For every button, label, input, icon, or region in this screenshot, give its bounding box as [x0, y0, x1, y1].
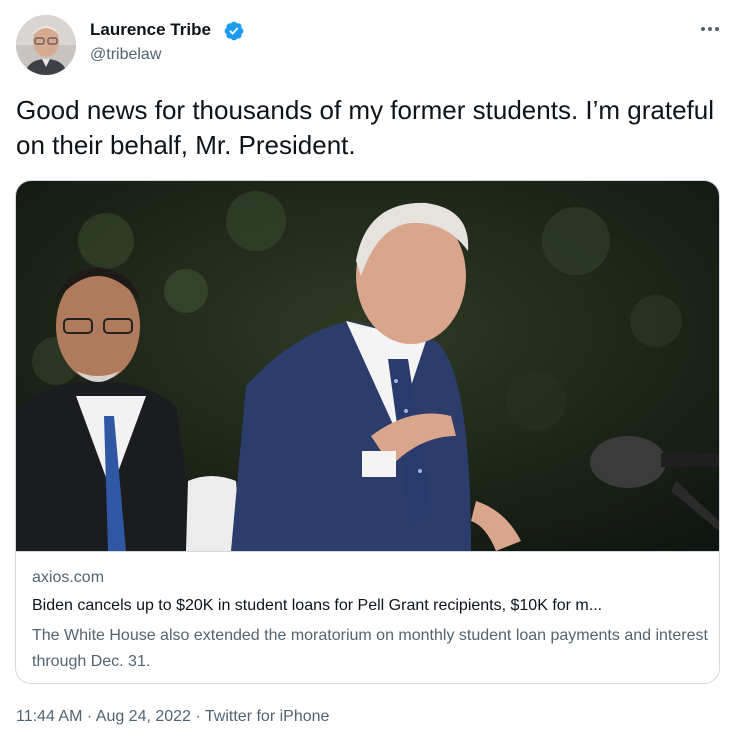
more-options-button[interactable]	[696, 18, 724, 40]
tweet-text: Good news for thousands of my former stu…	[16, 95, 714, 160]
verified-badge-icon	[223, 20, 245, 42]
card-title: Biden cancels up to $20K in student loan…	[32, 597, 603, 614]
author-handle[interactable]: @tribelaw	[90, 46, 161, 64]
card-domain: axios.com	[32, 569, 105, 586]
tweet-meta: 11:44 AM · Aug 24, 2022 · Twitter for iP…	[16, 708, 329, 726]
ellipsis-icon	[701, 27, 719, 31]
meta-separator: ·	[190, 708, 205, 725]
tweet-source[interactable]: Twitter for iPhone	[205, 708, 330, 725]
avatar-photo	[16, 15, 76, 75]
card-image	[16, 181, 719, 551]
meta-separator: ·	[82, 708, 96, 725]
card-divider	[16, 551, 719, 552]
tweet-date[interactable]: Aug 24, 2022	[96, 708, 191, 725]
author-avatar[interactable]	[16, 15, 76, 75]
card-description: The White House also extended the morato…	[32, 627, 708, 670]
tweet-time[interactable]: 11:44 AM	[16, 708, 82, 725]
author-name[interactable]: Laurence Tribe	[90, 20, 211, 40]
link-preview-card[interactable]: axios.com Biden cancels up to $20K in st…	[15, 180, 720, 684]
